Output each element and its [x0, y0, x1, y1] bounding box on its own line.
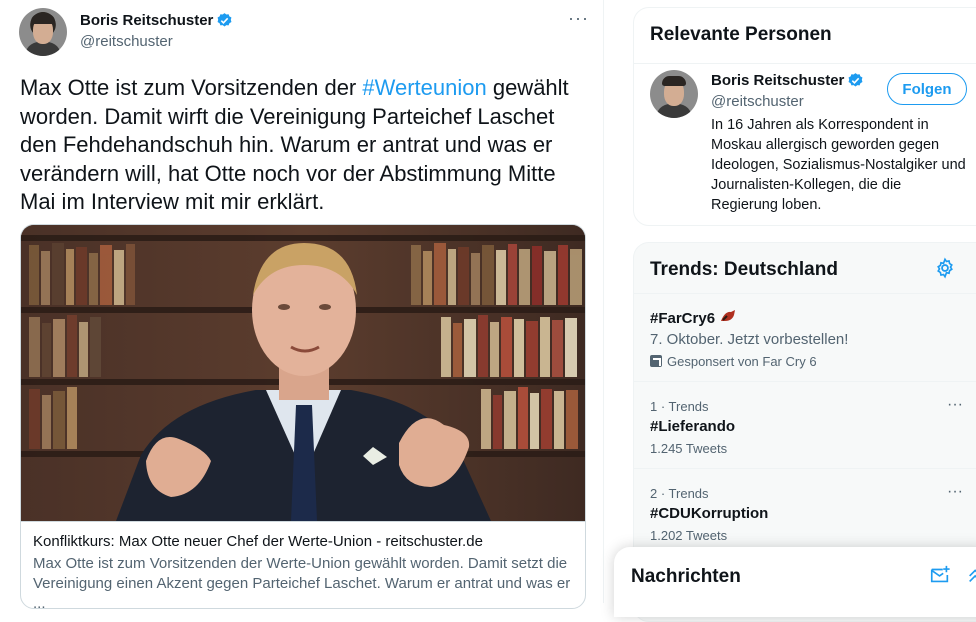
trend-name[interactable]: #FarCry6 — [650, 309, 976, 327]
verified-badge-icon — [217, 13, 232, 27]
hashtag-link[interactable]: #Werteunion — [362, 75, 486, 100]
trend-tweet-count: 1.202 Tweets — [650, 528, 728, 543]
tweet-text: Max Otte ist zum Vorsitzenden der #Werte… — [20, 74, 595, 217]
relevant-people-heading: Relevante Personen — [650, 24, 832, 45]
trend-name[interactable]: #Lieferando — [650, 418, 976, 435]
card-title[interactable]: Konfliktkurs: Max Otte neuer Chef der We… — [33, 532, 575, 552]
card-meta[interactable]: Konfliktkurs: Max Otte neuer Chef der We… — [21, 521, 585, 609]
trend-name[interactable]: #CDUKorruption — [650, 505, 976, 522]
person-avatar[interactable] — [650, 70, 698, 118]
card-photo — [21, 225, 585, 521]
trend-subtitle: 7. Oktober. Jetzt vorbestellen! — [650, 331, 849, 348]
trend-context: 2 · Trends — [650, 486, 709, 501]
trend-item[interactable]: #FarCry6 7. Oktober. Jetzt vorbestellen!… — [634, 293, 976, 381]
person-name[interactable]: Boris Reitschuster — [711, 72, 864, 89]
new-message-icon[interactable] — [929, 564, 951, 586]
card-image[interactable] — [21, 225, 585, 521]
trend-item[interactable]: 1 · Trends #Lieferando 1.245 Tweets ··· — [634, 381, 976, 468]
author-name-text[interactable]: Boris Reitschuster — [80, 12, 213, 29]
relevant-people-panel: Relevante Personen Boris Reitschuster @r… — [633, 7, 976, 226]
author-name[interactable]: Boris Reitschuster — [80, 12, 233, 29]
trends-heading: Trends: Deutschland — [650, 259, 838, 280]
trend-more-icon[interactable]: ··· — [947, 483, 963, 501]
verified-badge-icon — [848, 73, 863, 87]
promoted-icon — [650, 355, 662, 367]
trend-context: 1 · Trends — [650, 399, 709, 414]
divider — [634, 63, 976, 64]
messages-title[interactable]: Nachrichten — [631, 566, 741, 588]
messages-drawer[interactable]: Nachrichten — [614, 547, 976, 617]
person-name-text[interactable]: Boris Reitschuster — [711, 72, 844, 89]
trend-item[interactable]: 2 · Trends #CDUKorruption 1.202 Tweets ·… — [634, 468, 976, 555]
promoted-text: Gesponsert von Far Cry 6 — [667, 354, 817, 369]
link-card[interactable]: Konfliktkurs: Max Otte neuer Chef der We… — [20, 224, 586, 609]
promoted-label: Gesponsert von Far Cry 6 — [650, 354, 976, 369]
tweet: Boris Reitschuster @reitschuster ··· Max… — [0, 0, 604, 609]
trend-more-icon[interactable]: ··· — [947, 396, 963, 414]
farcry-emoji-icon — [721, 310, 736, 321]
person-bio: In 16 Jahren als Korrespondent in Moskau… — [711, 117, 966, 213]
card-description: Max Otte ist zum Vorsitzenden der Werte-… — [33, 555, 571, 609]
more-options-icon[interactable]: ··· — [568, 8, 589, 29]
follow-button[interactable]: Folgen — [887, 73, 967, 105]
author-handle[interactable]: @reitschuster — [80, 33, 173, 50]
person-handle[interactable]: @reitschuster — [711, 93, 804, 110]
trend-name-text[interactable]: #FarCry6 — [650, 310, 715, 327]
tweet-text-before: Max Otte ist zum Vorsitzenden der — [20, 75, 363, 100]
collapse-chevron-icon[interactable] — [966, 564, 976, 586]
trend-tweet-count: 1.245 Tweets — [650, 441, 728, 456]
author-avatar[interactable] — [19, 8, 67, 56]
settings-gear-icon[interactable] — [934, 257, 956, 279]
